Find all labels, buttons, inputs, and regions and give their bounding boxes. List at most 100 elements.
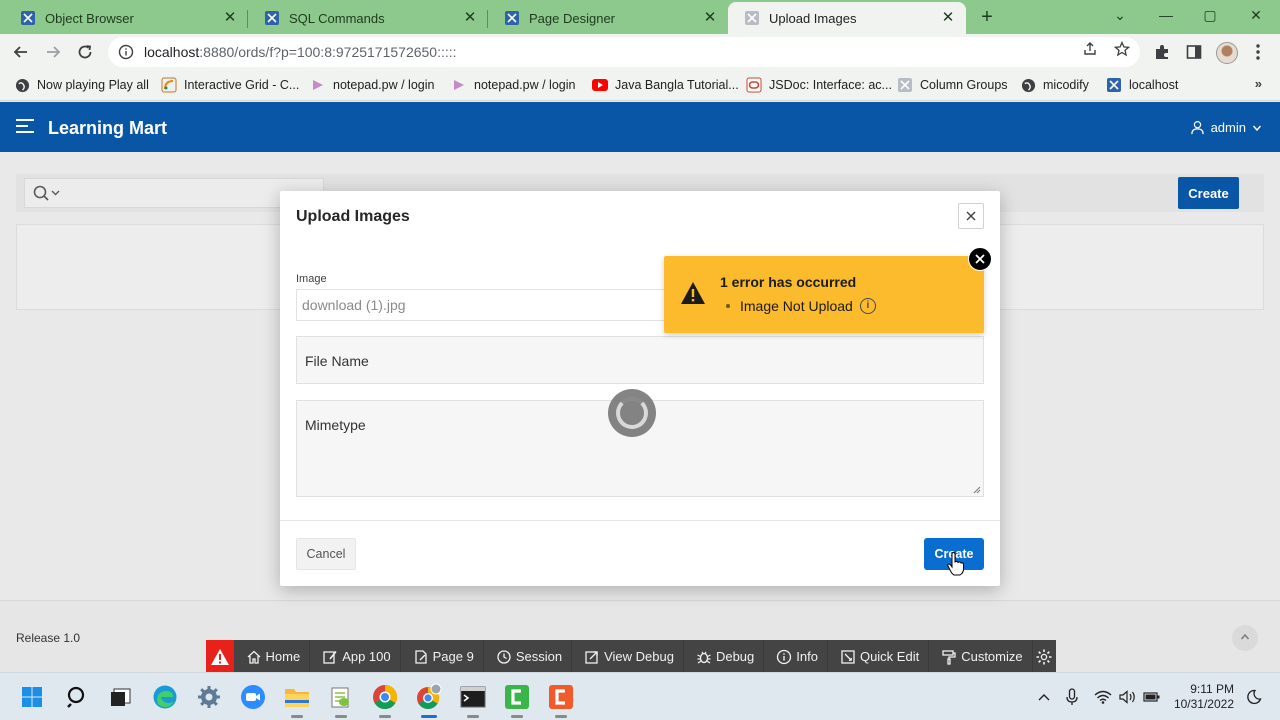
tab-upload-images[interactable]: Upload Images ✕ — [728, 2, 966, 34]
minimize-button[interactable]: — — [1146, 4, 1186, 26]
microphone-icon[interactable] — [1062, 687, 1082, 707]
dev-debug-button[interactable]: Debug — [684, 640, 765, 673]
new-tab-button[interactable]: + — [976, 6, 998, 28]
hamburger-menu-icon[interactable] — [16, 119, 34, 135]
start-windows-icon[interactable] — [18, 683, 46, 711]
apex-favicon-icon — [1106, 77, 1122, 93]
file-explorer-icon[interactable] — [283, 683, 311, 711]
cancel-button[interactable]: Cancel — [296, 538, 356, 570]
arrow-right-icon — [47, 46, 61, 58]
error-message-item[interactable]: Image Not Upload i — [726, 298, 876, 314]
error-close-button[interactable] — [968, 247, 992, 271]
tab-object-browser[interactable]: Object Browser ✕ — [4, 2, 248, 34]
running-indicator — [555, 715, 567, 718]
windows-taskbar: 9:11 PM 10/31/2022 — [0, 672, 1280, 720]
system-clock[interactable]: 9:11 PM 10/31/2022 — [1168, 682, 1234, 712]
chevron-up-icon — [1240, 633, 1250, 640]
bookmark-label: localhost — [1129, 78, 1179, 92]
settings-gear-icon[interactable] — [195, 683, 223, 711]
bookmark-micodify[interactable]: micodify — [1020, 76, 1089, 94]
developer-toolbar: Home App 100 Page 9 Session View Debug D… — [206, 640, 1056, 673]
resize-handle-icon[interactable] — [973, 486, 981, 494]
dev-page-button[interactable]: Page 9 — [401, 640, 484, 673]
night-light-moon-icon[interactable] — [1244, 687, 1264, 707]
close-icon — [975, 254, 985, 264]
bookmark-java-bangla[interactable]: Java Bangla Tutorial... — [592, 76, 739, 94]
hand-cursor-icon — [947, 552, 964, 576]
camtasia-orange-icon[interactable] — [547, 683, 575, 711]
bookmark-notepad-1[interactable]: notepad.pw / login — [310, 76, 434, 94]
bookmarks-bar: Now playing Play all Interactive Grid - … — [0, 70, 1280, 101]
tab-search-chevron-icon[interactable]: ⌄ — [1100, 4, 1140, 26]
file-name-field[interactable]: File Name — [296, 336, 984, 384]
dev-view-debug-button[interactable]: View Debug — [572, 640, 684, 673]
tray-overflow-chevron-icon[interactable] — [1034, 687, 1054, 707]
quick-edit-icon — [841, 649, 855, 664]
bookmark-notepad-2[interactable]: notepad.pw / login — [451, 76, 575, 94]
user-name: admin — [1210, 120, 1246, 135]
tab-close-icon[interactable]: ✕ — [702, 10, 718, 26]
create-button[interactable]: Create — [1178, 177, 1239, 209]
bookmark-label: JSDoc: Interface: ac... — [769, 78, 892, 92]
chrome-menu-icon[interactable] — [1248, 42, 1268, 62]
scroll-to-top-button[interactable] — [1232, 625, 1258, 651]
chrome-profile-icon[interactable] — [415, 683, 443, 711]
active-indicator — [421, 715, 437, 718]
dev-customize-button[interactable]: Customize — [929, 640, 1033, 673]
battery-charging-icon[interactable] — [1142, 687, 1162, 707]
volume-icon[interactable] — [1118, 687, 1138, 707]
camtasia-green-icon[interactable] — [503, 683, 531, 711]
extensions-puzzle-icon[interactable] — [1152, 42, 1172, 62]
bookmarks-overflow-chevron[interactable]: » — [1255, 76, 1262, 91]
edit-icon — [323, 650, 337, 664]
tab-close-icon[interactable]: ✕ — [222, 10, 238, 26]
notepad-plus-icon[interactable] — [327, 683, 355, 711]
dev-home-button[interactable]: Home — [234, 640, 311, 673]
error-message: Image Not Upload — [740, 298, 853, 314]
reload-button[interactable] — [72, 39, 98, 65]
share-icon[interactable] — [1082, 41, 1098, 57]
tab-label: Page Designer — [529, 10, 615, 26]
terminal-icon[interactable] — [459, 683, 487, 711]
globe-icon — [14, 77, 30, 93]
grid-search-field[interactable] — [24, 178, 324, 208]
tab-close-icon[interactable]: ✕ — [940, 10, 956, 26]
edge-browser-icon[interactable] — [151, 683, 179, 711]
back-button[interactable] — [8, 39, 34, 65]
search-icon[interactable] — [63, 683, 91, 711]
site-info-icon — [118, 44, 134, 60]
dev-options-gear-icon[interactable] — [1033, 640, 1056, 673]
dev-info-button[interactable]: Info — [764, 640, 828, 673]
bookmark-column-groups[interactable]: Column Groups — [897, 76, 1008, 94]
bookmark-jsdoc[interactable]: JSDoc: Interface: ac... — [746, 76, 892, 94]
bookmark-star-icon[interactable] — [1114, 41, 1130, 57]
window-close-button[interactable]: ✕ — [1236, 4, 1276, 26]
side-panel-icon[interactable] — [1184, 42, 1204, 62]
restore-button[interactable]: ▢ — [1190, 4, 1230, 26]
bookmark-label: Interactive Grid - C... — [184, 78, 300, 92]
chrome-icon[interactable] — [371, 683, 399, 711]
forward-button[interactable] — [40, 39, 66, 65]
tab-page-designer[interactable]: Page Designer ✕ — [488, 2, 728, 34]
user-menu[interactable]: admin — [1190, 120, 1262, 135]
tab-sql-commands[interactable]: SQL Commands ✕ — [248, 2, 488, 34]
profile-avatar[interactable] — [1216, 42, 1238, 64]
bullet — [726, 304, 730, 308]
zoom-video-icon[interactable] — [239, 683, 267, 711]
chevron-down-icon — [1252, 125, 1262, 131]
url-text: localhost:8880/ords/f?p=100:8:9725171572… — [144, 44, 457, 60]
bookmark-now-playing[interactable]: Now playing Play all — [14, 76, 149, 94]
dev-app-button[interactable]: App 100 — [310, 640, 401, 673]
task-view-icon[interactable] — [107, 683, 135, 711]
bookmark-localhost[interactable]: localhost — [1106, 76, 1178, 94]
wifi-icon[interactable] — [1093, 687, 1113, 707]
dev-session-button[interactable]: Session — [484, 640, 573, 673]
app-title[interactable]: Learning Mart — [48, 118, 167, 139]
dev-warning-button[interactable] — [206, 640, 234, 673]
bookmark-interactive-grid[interactable]: Interactive Grid - C... — [161, 76, 299, 94]
dev-quick-edit-button[interactable]: Quick Edit — [828, 640, 930, 673]
tab-close-icon[interactable]: ✕ — [462, 10, 478, 26]
info-icon[interactable]: i — [859, 298, 876, 314]
address-bar[interactable]: localhost:8880/ords/f?p=100:8:9725171572… — [108, 37, 1140, 67]
dialog-close-button[interactable] — [958, 203, 984, 229]
